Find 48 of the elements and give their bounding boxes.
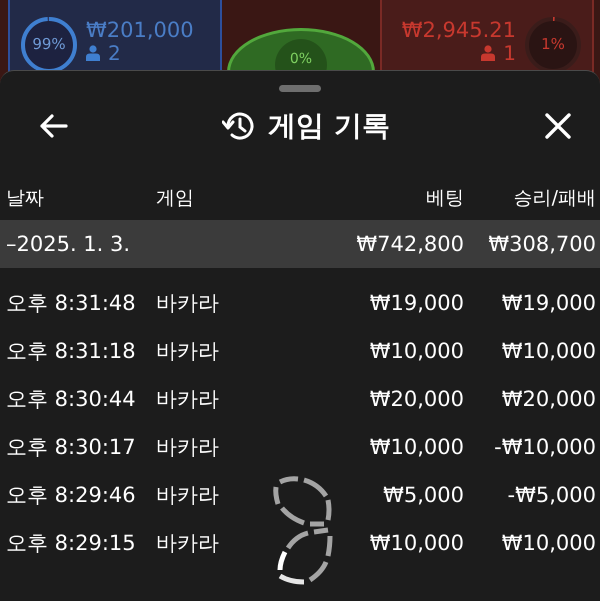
tie-panel[interactable]: 0% — [227, 28, 375, 72]
bet-cell-text: ₩5,000 — [382, 483, 464, 507]
result-cell-text: ₩10,000 — [500, 531, 596, 555]
back-arrow-icon — [38, 113, 68, 139]
game-cell-text: 바카라 — [156, 530, 220, 557]
result-cell-text: -₩10,000 — [493, 435, 596, 459]
player-count: 1 — [503, 42, 516, 64]
result-total-cell-text: ₩308,700 — [487, 232, 596, 256]
column-header[interactable]: 베팅 — [314, 185, 464, 211]
result-cell-text: ₩20,000 — [500, 387, 596, 411]
column-header[interactable]: 승리/패배 — [464, 185, 596, 211]
game-cell-text: 바카라 — [156, 338, 220, 365]
sheet-title: 게임 기록 — [268, 108, 390, 144]
bet-cell-text: ₩10,000 — [368, 531, 464, 555]
time-cell-text: 오후 8:29:46 — [6, 482, 137, 509]
result-cell-text: ₩19,000 — [500, 291, 596, 315]
game-cell-text: 바카라 — [156, 290, 220, 317]
drag-handle[interactable] — [279, 85, 321, 92]
game-cell-text: 바카라 — [156, 482, 220, 509]
player-count: 2 — [108, 42, 121, 64]
time-cell-text: 오후 8:29:15 — [6, 530, 137, 557]
time-cell-text: 오후 8:30:44 — [6, 386, 137, 413]
bet-cell-text: ₩10,000 — [368, 435, 464, 459]
percent-label: 99% — [31, 35, 67, 53]
date-cell-text: –2025. 1. 3. — [6, 232, 132, 256]
bet-cell-text: ₩10,000 — [368, 339, 464, 363]
game-cell-text: 바카라 — [156, 434, 220, 461]
time-cell-text: 오후 8:31:48 — [6, 290, 137, 317]
column-header[interactable]: 게임 — [156, 185, 314, 211]
close-icon — [544, 112, 572, 140]
result-cell-text: ₩10,000 — [500, 339, 596, 363]
person-icon — [481, 45, 496, 61]
percent-label: 0% — [290, 51, 312, 69]
game-cell-text: 바카라 — [156, 386, 220, 413]
progress-ring — [524, 16, 582, 72]
bet-total-cell-text: ₩742,800 — [355, 232, 464, 256]
bet-amount: ₩2,945.21 — [402, 18, 516, 42]
history-icon — [222, 110, 256, 142]
time-cell-text: 오후 8:30:17 — [6, 434, 137, 461]
bet-cell-text: ₩19,000 — [368, 291, 464, 315]
percent-label: 1% — [540, 35, 566, 53]
result-cell-text: -₩5,000 — [506, 483, 596, 507]
bet-cell-text: ₩20,000 — [368, 387, 464, 411]
time-cell-text: 오후 8:31:18 — [6, 338, 137, 365]
column-header[interactable]: 날짜 — [6, 185, 156, 211]
summary-row[interactable]: –2025. 1. 3. ₩742,800 ₩308,700 — [0, 220, 600, 268]
person-icon — [86, 45, 100, 61]
bet-amount: ₩201,000 — [86, 18, 194, 42]
